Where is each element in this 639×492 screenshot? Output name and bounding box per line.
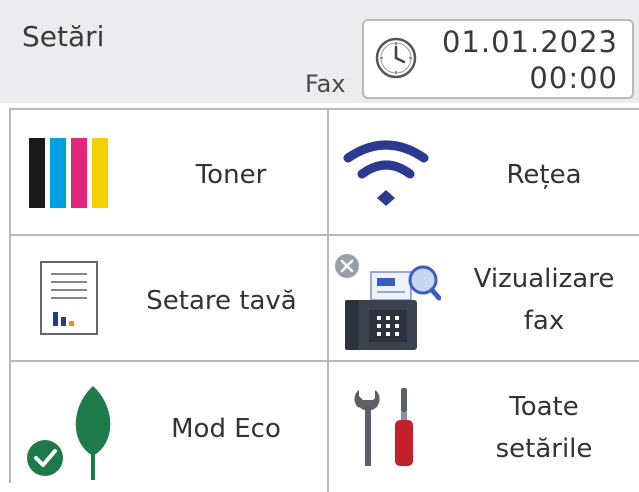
- toner-cartridges-icon: [29, 138, 108, 208]
- menu-item-toner-label: Toner: [195, 160, 267, 190]
- date-text: 01.01.2023: [441, 25, 618, 59]
- menu-item-eco-mode[interactable]: Mod Eco: [11, 362, 329, 492]
- fax-preview-icon: [335, 254, 441, 350]
- menu-item-fax-preview-label-1: Vizualizare: [473, 264, 615, 294]
- menu-item-all-settings[interactable]: Toate setările: [329, 362, 639, 492]
- wifi-icon: [343, 140, 429, 206]
- menu-item-all-settings-label-2: setările: [495, 434, 593, 464]
- tools-icon: [354, 388, 413, 466]
- status-header: Setări Fax 01.01.2023 00:00: [0, 0, 639, 103]
- menu-item-all-settings-label-1: Toate: [509, 392, 579, 422]
- menu-item-toner[interactable]: Toner: [11, 110, 329, 236]
- paper-tray-icon: [40, 261, 98, 335]
- eco-leaf-icon: [27, 386, 111, 480]
- time-text: 00:00: [529, 61, 618, 95]
- menu-item-tray-setting[interactable]: Setare tavă: [11, 236, 329, 362]
- clock-icon: [375, 37, 417, 79]
- page-title: Setări: [22, 20, 105, 53]
- menu-item-fax-preview-label-2: fax: [523, 306, 565, 336]
- menu-item-network-label: Rețea: [506, 160, 582, 190]
- datetime-button[interactable]: 01.01.2023 00:00: [362, 19, 634, 99]
- menu-item-eco-mode-label: Mod Eco: [171, 414, 281, 444]
- menu-item-network[interactable]: Rețea: [329, 110, 639, 236]
- menu-item-fax-preview[interactable]: Vizualizare fax: [329, 236, 639, 362]
- mode-label: Fax: [305, 70, 346, 98]
- settings-menu-grid: Toner Rețea Setare tavă Vizualizare fax …: [9, 108, 639, 492]
- menu-item-tray-setting-label: Setare tavă: [146, 286, 297, 316]
